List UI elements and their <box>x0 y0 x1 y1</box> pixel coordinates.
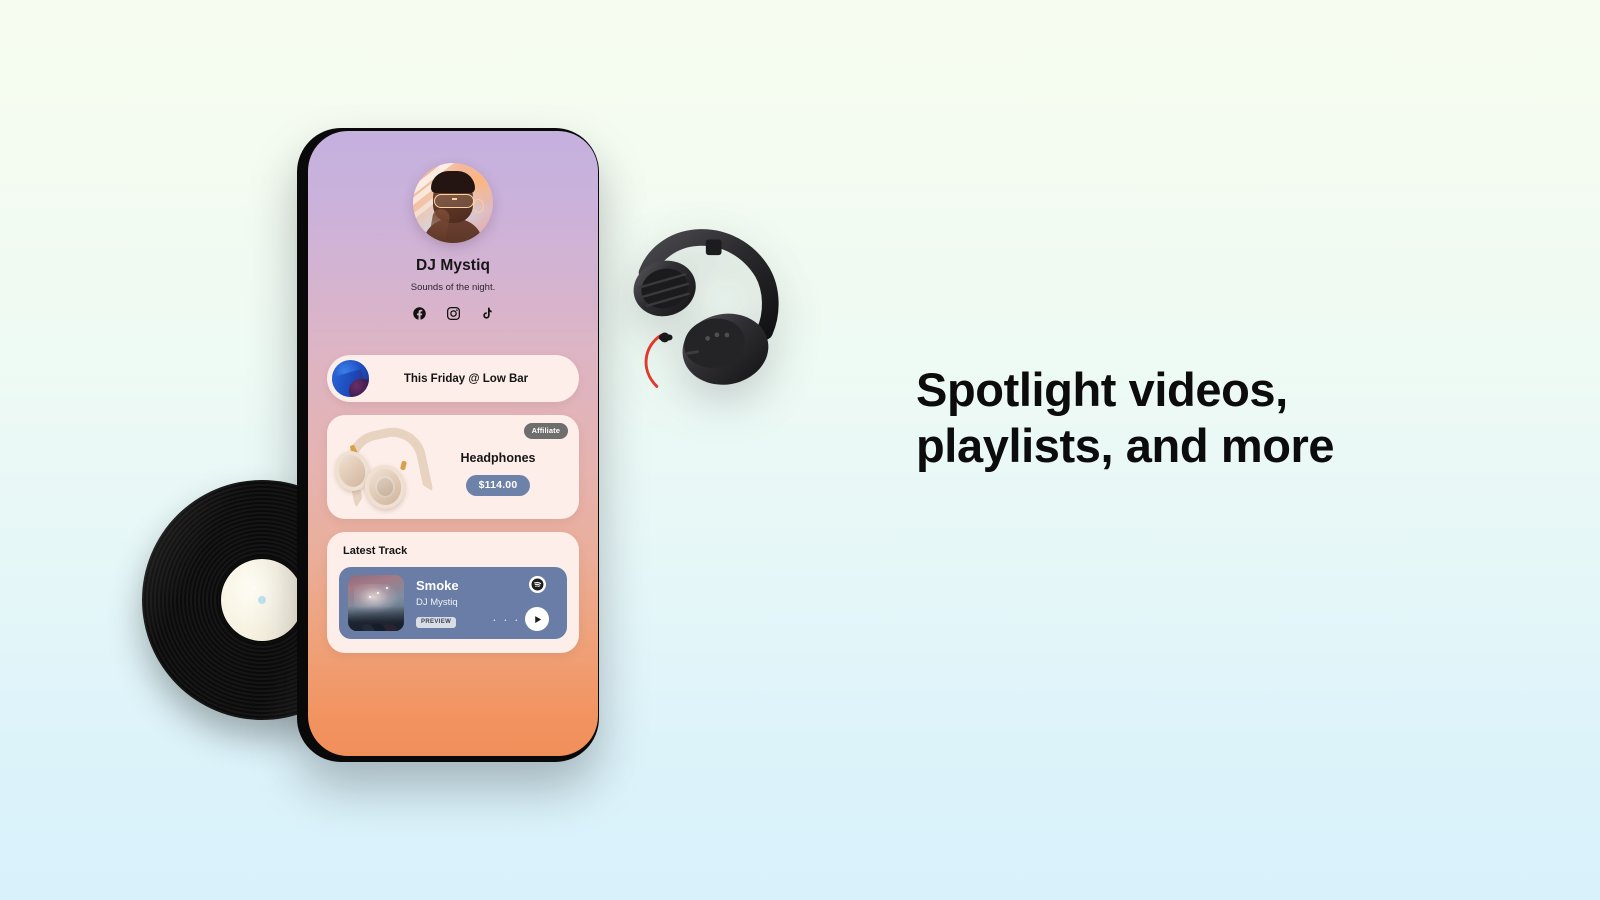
track-actions <box>517 567 557 639</box>
profile-tagline: Sounds of the night. <box>410 282 496 293</box>
event-thumbnail <box>332 360 369 397</box>
product-name: Headphones <box>460 450 536 465</box>
track-more-options[interactable]: · · · <box>492 613 520 626</box>
avatar <box>413 163 493 243</box>
track-player[interactable]: Smoke DJ Mystiq PREVIEW · · · <box>339 567 567 639</box>
album-artwork <box>348 575 404 631</box>
instagram-icon[interactable] <box>446 306 461 321</box>
product-info: Headphones $114.00 <box>423 439 579 496</box>
product-image <box>330 421 434 513</box>
facebook-icon[interactable] <box>412 306 427 321</box>
vinyl-center-hole <box>258 596 266 604</box>
social-links <box>308 306 598 321</box>
phone-mockup: DJ Mystiq Sounds of the night. This Frid… <box>297 128 599 762</box>
affiliate-badge: Affiliate <box>523 423 568 439</box>
page-headline: Spotlight videos, playlists, and more <box>916 362 1536 474</box>
event-title: This Friday @ Low Bar <box>403 372 529 385</box>
phone-screen: DJ Mystiq Sounds of the night. This Frid… <box>308 131 598 756</box>
play-icon[interactable] <box>525 607 549 631</box>
latest-track-card: Latest Track Smoke DJ Mystiq PREVIEW · ·… <box>327 532 579 653</box>
product-card[interactable]: Affiliate Headphones $114.00 <box>327 415 579 519</box>
event-card[interactable]: This Friday @ Low Bar <box>327 355 579 402</box>
preview-badge: PREVIEW <box>416 616 457 628</box>
headphones-prop <box>633 229 779 388</box>
profile-header: DJ Mystiq Sounds of the night. <box>308 131 598 321</box>
profile-display-name: DJ Mystiq <box>415 257 491 274</box>
tiktok-icon[interactable] <box>480 306 494 321</box>
headline-line-1: Spotlight videos, <box>916 363 1288 416</box>
track-artist: DJ Mystiq <box>416 596 458 608</box>
latest-track-heading: Latest Track <box>343 545 408 557</box>
product-price[interactable]: $114.00 <box>465 474 531 496</box>
track-title: Smoke <box>416 577 459 593</box>
scene-stage: DJ Mystiq Sounds of the night. This Frid… <box>0 0 1600 900</box>
spotify-icon[interactable] <box>528 576 546 593</box>
headline-line-2: playlists, and more <box>916 418 1335 472</box>
